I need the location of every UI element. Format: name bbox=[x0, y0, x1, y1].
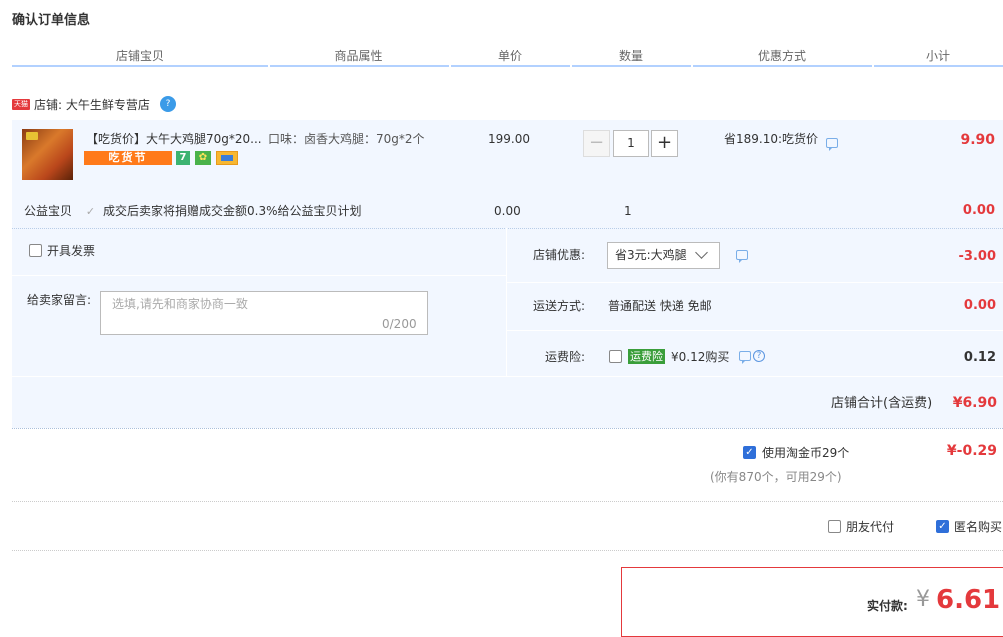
anonymous-purchase-checkbox[interactable]: ✓ bbox=[936, 520, 949, 533]
friend-pay-checkbox[interactable] bbox=[828, 520, 841, 533]
shipping-insurance-price: ¥0.12购买 bbox=[671, 350, 730, 364]
message-icon[interactable] bbox=[736, 250, 748, 263]
shipping-fee: 0.00 bbox=[963, 298, 996, 313]
page-title: 确认订单信息 bbox=[12, 13, 91, 28]
charity-label: 公益宝贝 bbox=[24, 204, 73, 218]
shop-total-label: 店铺合计(含运费) bbox=[831, 396, 933, 411]
shipping-label: 运送方式: bbox=[533, 299, 586, 313]
wangwang-chat-icon[interactable]: ? bbox=[160, 96, 176, 112]
divider bbox=[506, 228, 507, 376]
anonymous-purchase-label[interactable]: 匿名购买 bbox=[954, 519, 1002, 535]
header-underline bbox=[451, 65, 570, 67]
charity-subtotal: 0.00 bbox=[962, 203, 995, 218]
coins-hint: (你有870个，可用29个) bbox=[710, 470, 842, 484]
actual-payment-value: 6.61 bbox=[936, 585, 1001, 615]
header-underline bbox=[572, 65, 691, 67]
charity-price: 0.00 bbox=[494, 204, 521, 218]
invoice-label[interactable]: 开具发票 bbox=[47, 243, 95, 259]
seller-message-counter: 0/200 bbox=[382, 317, 417, 331]
seller-message-placeholder: 选填,请先和商家协商一致 bbox=[112, 297, 248, 311]
product-thumbnail[interactable] bbox=[22, 129, 73, 180]
seller-message-label: 给卖家留言: bbox=[27, 293, 92, 307]
unit-price: 199.00 bbox=[488, 132, 530, 146]
invoice-checkbox[interactable] bbox=[29, 244, 42, 257]
shop-total-value: ¥6.90 bbox=[952, 395, 997, 411]
promo-badge: 吃货节 bbox=[84, 151, 172, 165]
column-header-quantity: 数量 bbox=[618, 49, 643, 63]
shipping-insurance-checkbox[interactable] bbox=[609, 350, 622, 363]
column-header-unit-price: 单价 bbox=[497, 49, 522, 63]
credit-card-icon[interactable] bbox=[216, 151, 238, 165]
divider bbox=[12, 376, 1003, 377]
shipping-insurance-label: 运费险: bbox=[545, 350, 586, 364]
column-header-discount: 优惠方式 bbox=[757, 49, 806, 63]
divider bbox=[507, 330, 1003, 331]
tmall-badge-icon: 天猫 bbox=[12, 99, 30, 110]
seven-day-return-icon[interactable]: 7 bbox=[176, 151, 190, 165]
message-icon[interactable] bbox=[826, 138, 838, 151]
charity-quantity: 1 bbox=[624, 204, 632, 218]
friend-pay-label[interactable]: 朋友代付 bbox=[846, 519, 894, 535]
use-coins-checkbox[interactable]: ✓ bbox=[743, 446, 756, 459]
shipping-method: 普通配送 快递 免邮 bbox=[608, 299, 712, 313]
column-header-attributes: 商品属性 bbox=[334, 49, 383, 63]
charity-checkbox: ✓ bbox=[85, 205, 96, 218]
actual-payment-label: 实付款: bbox=[867, 599, 908, 613]
item-discount: 省189.10:吃货价 bbox=[724, 132, 819, 146]
item-subtotal: 9.90 bbox=[960, 132, 995, 148]
quality-guarantee-icon[interactable]: ✿ bbox=[195, 151, 211, 165]
divider bbox=[12, 228, 1003, 229]
message-icon[interactable] bbox=[739, 351, 751, 364]
divider bbox=[12, 550, 1003, 551]
column-header-subtotal: 小计 bbox=[925, 49, 950, 63]
divider bbox=[12, 501, 1003, 502]
shop-name-link[interactable]: 店铺: 大午生鲜专营店 bbox=[34, 96, 150, 114]
charity-description: 成交后卖家将捐赠成交金额0.3%给公益宝贝计划 bbox=[103, 204, 362, 218]
currency-symbol: ¥ bbox=[916, 587, 930, 612]
help-icon[interactable]: ? bbox=[753, 350, 765, 362]
header-underline bbox=[12, 65, 268, 67]
divider bbox=[12, 428, 1003, 429]
column-header-shop-item: 店铺宝贝 bbox=[115, 49, 164, 63]
use-coins-label[interactable]: 使用淘金币29个 bbox=[762, 445, 849, 461]
coins-discount-value: ¥-0.29 bbox=[946, 443, 997, 459]
header-underline bbox=[693, 65, 872, 67]
header-underline bbox=[874, 65, 1003, 67]
header-underline bbox=[270, 65, 449, 67]
shop-discount-label: 店铺优惠: bbox=[533, 248, 586, 262]
quantity-decrease-button[interactable]: − bbox=[583, 130, 610, 157]
quantity-input[interactable]: 1 bbox=[613, 130, 649, 157]
divider bbox=[507, 282, 1003, 283]
product-name-link[interactable]: 【吃货价】大午大鸡腿70g*20... bbox=[86, 131, 262, 147]
shipping-insurance-value: 0.12 bbox=[963, 350, 996, 365]
shipping-insurance-tag: 运费险 bbox=[628, 349, 665, 364]
quantity-increase-button[interactable]: + bbox=[651, 130, 678, 157]
shop-discount-value: -3.00 bbox=[958, 249, 996, 264]
divider bbox=[12, 275, 506, 276]
product-attributes: 口味：卤香大鸡腿：70g*2个 bbox=[268, 132, 425, 146]
